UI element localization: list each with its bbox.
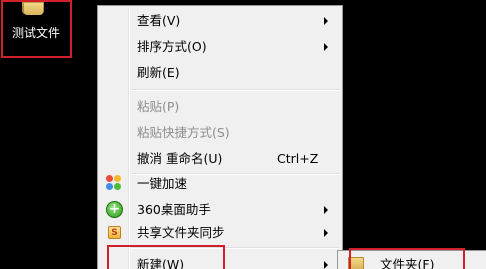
menu-item-label: 刷新(E) (137, 65, 180, 80)
menu-item-label: 撤消 重命名(U) (137, 151, 223, 166)
submenu-item-new-folder[interactable]: 文件夹(F) (340, 253, 486, 269)
folder-icon (348, 257, 364, 269)
menu-item-label: 粘贴快捷方式(S) (137, 125, 230, 140)
submenu-arrow-icon (324, 43, 328, 51)
menu-item-360-desktop-assistant[interactable]: 360桌面助手 (100, 198, 340, 221)
menu-item-shortcut: Ctrl+Z (277, 151, 319, 166)
menu-item-new[interactable]: 新建(W) (100, 253, 340, 269)
360-desktop-assistant-icon (106, 198, 123, 221)
menu-item-refresh[interactable]: 刷新(E) (100, 61, 340, 84)
menu-item-label: 排序方式(O) (137, 39, 207, 54)
menu-separator (131, 247, 339, 249)
menu-item-speedup[interactable]: 一键加速 (100, 172, 340, 195)
menu-item-label: 360桌面助手 (137, 202, 211, 217)
desktop[interactable]: 测试文件 查看(V) 排序方式(O) 刷新(E) 粘贴(P) 粘贴快捷方式(S)… (0, 0, 486, 269)
speedup-icon (106, 175, 123, 192)
menu-item-sort-by[interactable]: 排序方式(O) (100, 35, 340, 58)
submenu-arrow-icon (324, 17, 328, 25)
menu-item-undo-rename[interactable]: 撤消 重命名(U) Ctrl+Z (100, 147, 340, 170)
menu-item-label: 共享文件夹同步 (137, 225, 225, 240)
folder-icon (22, 0, 44, 16)
menu-item-label: 粘贴(P) (137, 99, 180, 114)
desktop-folder-item[interactable]: 测试文件 (4, 0, 68, 56)
context-menu: 查看(V) 排序方式(O) 刷新(E) 粘贴(P) 粘贴快捷方式(S) 撤消 重… (97, 5, 343, 269)
share-sync-icon (108, 222, 121, 245)
menu-item-view[interactable]: 查看(V) (100, 9, 340, 32)
menu-item-label: 新建(W) (137, 257, 185, 269)
new-submenu: 文件夹(F) (337, 250, 486, 269)
menu-item-paste[interactable]: 粘贴(P) (100, 95, 340, 118)
submenu-arrow-icon (324, 229, 328, 237)
submenu-arrow-icon (324, 261, 328, 269)
submenu-arrow-icon (324, 206, 328, 214)
menu-item-label: 查看(V) (137, 13, 181, 28)
menu-item-share-folder-sync[interactable]: 共享文件夹同步 (100, 221, 340, 245)
desktop-item-label: 测试文件 (11, 26, 60, 40)
menu-separator (131, 89, 339, 91)
menu-item-paste-shortcut[interactable]: 粘贴快捷方式(S) (100, 121, 340, 144)
submenu-item-label: 文件夹(F) (380, 257, 435, 269)
menu-item-label: 一键加速 (137, 176, 188, 191)
